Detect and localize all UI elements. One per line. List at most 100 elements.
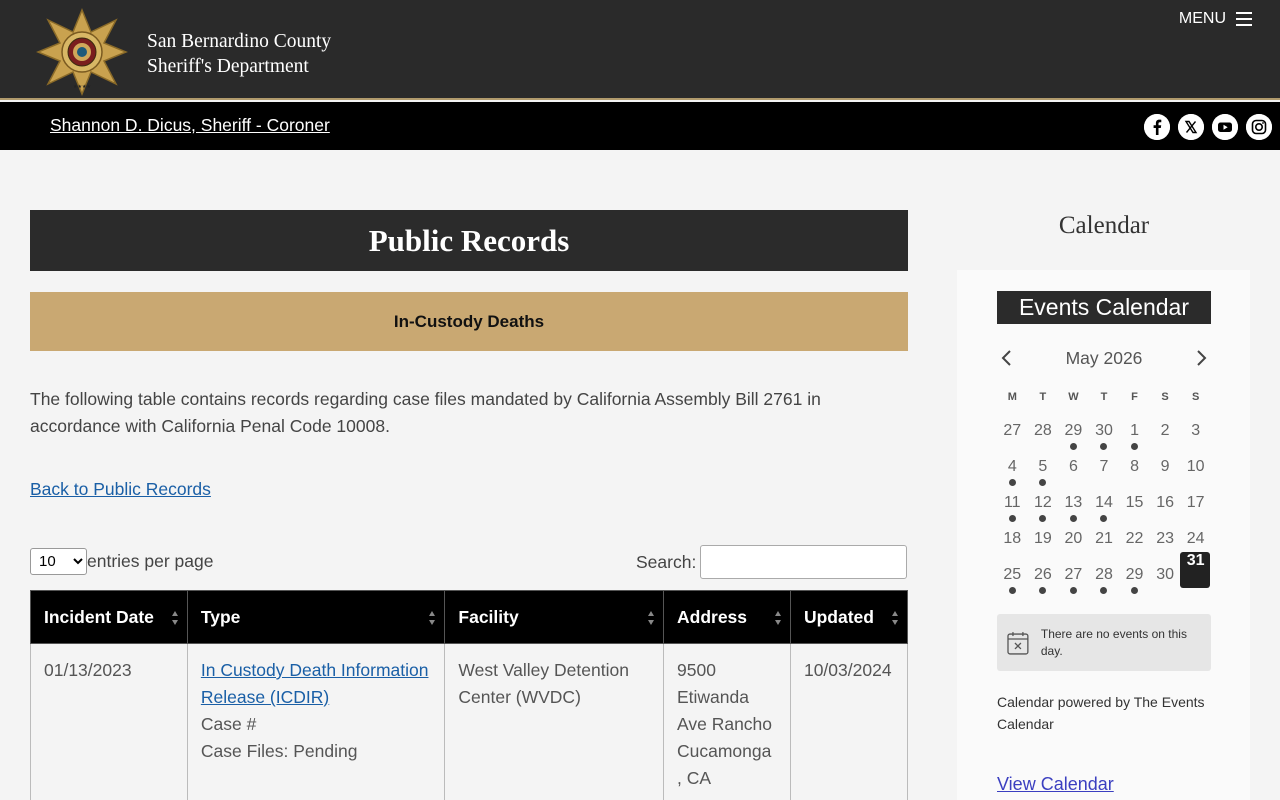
calendar-day-number: 23: [1156, 530, 1174, 547]
calendar-day[interactable]: 30: [1150, 552, 1181, 588]
facebook-icon[interactable]: [1144, 114, 1170, 140]
column-header-facility[interactable]: Facility: [444, 590, 664, 644]
day-of-week-label: S: [1161, 391, 1169, 403]
back-to-public-records-link[interactable]: Back to Public Records: [30, 479, 211, 500]
column-header-incident-date[interactable]: Incident Date: [30, 590, 188, 644]
day-of-week-label: M: [1007, 391, 1017, 403]
calendar-day[interactable]: 3: [1180, 408, 1211, 444]
day-of-week-label: F: [1131, 391, 1138, 403]
calendar-day-number: 24: [1186, 530, 1205, 547]
calendar-day[interactable]: 18: [997, 516, 1028, 552]
calendar-day[interactable]: 8: [1119, 444, 1150, 480]
day-of-week-label: T: [1039, 391, 1047, 403]
days-of-week-row: MTWTFSS: [997, 388, 1211, 408]
search-input[interactable]: [700, 545, 908, 579]
calendar-day[interactable]: 9: [1150, 444, 1181, 480]
column-header-type[interactable]: Type: [186, 590, 446, 644]
calendar-day[interactable]: 26: [1028, 552, 1059, 594]
page-title: Public Records: [30, 210, 908, 271]
calendar-day[interactable]: 4: [997, 444, 1028, 486]
table-search: Search:: [636, 545, 908, 579]
next-month-button[interactable]: [1191, 348, 1211, 368]
calendar-day[interactable]: 12: [1028, 480, 1059, 522]
calendar-day[interactable]: 11: [997, 480, 1028, 522]
calendar-day[interactable]: 5: [1028, 444, 1059, 486]
sort-icon: [648, 611, 654, 625]
column-header-updated[interactable]: Updated: [789, 590, 909, 644]
youtube-icon[interactable]: [1212, 114, 1238, 140]
calendar-day[interactable]: 10: [1180, 444, 1211, 480]
cell-address: 9500 Etiwanda Ave Rancho Cucamonga , CA: [663, 643, 791, 800]
calendar-day-today[interactable]: 31: [1180, 552, 1211, 588]
calendar-day[interactable]: 28: [1089, 552, 1120, 594]
calendar-day[interactable]: 30: [1089, 408, 1120, 450]
x-icon[interactable]: [1178, 114, 1204, 140]
calendar-day[interactable]: 15: [1119, 480, 1150, 516]
calendar-day-number: 8: [1130, 458, 1139, 475]
calendar-day[interactable]: 20: [1058, 516, 1089, 552]
previous-month-button[interactable]: [997, 348, 1017, 368]
entries-per-page-label: entries per page: [87, 551, 214, 571]
calendar-day[interactable]: 16: [1150, 480, 1181, 516]
column-header-label: Type: [200, 606, 241, 627]
calendar-day[interactable]: 2: [1150, 408, 1181, 444]
entries-per-page: 10 entries per page: [30, 548, 213, 575]
calendar-day[interactable]: 1: [1119, 408, 1150, 450]
day-of-week-label: S: [1191, 391, 1200, 403]
day-of-week-label: T: [1100, 391, 1108, 403]
calendar-day-number: 25: [1003, 566, 1022, 583]
sheriff-link[interactable]: Shannon D. Dicus, Sheriff - Coroner: [50, 115, 330, 136]
calendar-day[interactable]: 25: [997, 552, 1028, 594]
calendar-day[interactable]: 6: [1058, 444, 1089, 480]
calendar-day[interactable]: 27: [997, 408, 1028, 444]
social-links: [1144, 114, 1272, 140]
calendar-day[interactable]: 21: [1089, 516, 1120, 552]
column-header-address[interactable]: Address: [663, 590, 791, 644]
calendar-week-row: 27 28 29 30 1 2 3: [997, 408, 1211, 450]
view-calendar-link[interactable]: View Calendar: [997, 774, 1114, 795]
no-events-notice: There are no events on this day.: [997, 614, 1211, 671]
calendar-week-row: 11 12 13 14 15 16 17: [997, 480, 1211, 522]
hamburger-icon: [1236, 12, 1252, 26]
calendar-day[interactable]: 29: [1119, 552, 1150, 594]
calendar-day[interactable]: 28: [1028, 408, 1059, 444]
menu-button[interactable]: MENU: [1179, 10, 1252, 28]
menu-label: MENU: [1178, 10, 1226, 27]
instagram-icon[interactable]: [1246, 114, 1272, 140]
calendar-day-number: 31: [1186, 552, 1205, 569]
case-files-status: Case Files: Pending: [200, 741, 358, 761]
calendar-day[interactable]: 29: [1058, 408, 1089, 450]
department-name-line1: San Bernardino County: [147, 31, 332, 52]
calendar-day[interactable]: 19: [1028, 516, 1059, 552]
calendar-day[interactable]: 14: [1089, 480, 1120, 522]
column-header-label: Address: [677, 606, 748, 627]
calendar-day-number: 5: [1038, 458, 1048, 475]
calendar-weeks: 27 28 29 30 1 2 3 4 5 6 7 8 9 10 11 12 13 14 15 16 17 18 19 20 2…: [997, 408, 1211, 594]
department-name[interactable]: San Bernardino County Sheriff's Departme…: [147, 29, 331, 79]
calendar-day[interactable]: 17: [1180, 480, 1211, 516]
entries-per-page-select[interactable]: 10: [30, 548, 87, 575]
calendar-day-number: 15: [1125, 494, 1144, 511]
calendar-day-number: 22: [1125, 530, 1144, 547]
table-header-row: Incident Date Type Facility Address Upda…: [30, 590, 909, 644]
calendar-day[interactable]: 13: [1058, 480, 1089, 522]
calendar-day-number: 4: [1007, 458, 1017, 475]
event-indicator-dot: [1131, 587, 1139, 594]
search-label: Search:: [636, 551, 697, 572]
calendar-day[interactable]: 27: [1058, 552, 1089, 594]
calendar-day[interactable]: 22: [1119, 516, 1150, 552]
calendar-day-number: 14: [1095, 494, 1113, 511]
calendar-week-row: 4 5 6 7 8 9 10: [997, 444, 1211, 486]
calendar-day-number: 18: [1003, 530, 1022, 547]
cell-type: In Custody Death Information Release (IC…: [186, 643, 446, 800]
calendar-day[interactable]: 24: [1180, 516, 1211, 552]
calendar-day-number: 17: [1186, 494, 1205, 511]
sheriff-badge-logo[interactable]: ★★★★: [36, 8, 128, 96]
calendar-day-number: 19: [1033, 530, 1052, 547]
column-header-label: Facility: [458, 606, 519, 627]
calendar-day[interactable]: 23: [1150, 516, 1181, 552]
calendar-day[interactable]: 7: [1089, 444, 1120, 480]
icdir-link[interactable]: In Custody Death Information Release (IC…: [201, 660, 429, 707]
intro-text: The following table contains records reg…: [30, 389, 821, 436]
calendar-day-number: 3: [1191, 422, 1201, 439]
